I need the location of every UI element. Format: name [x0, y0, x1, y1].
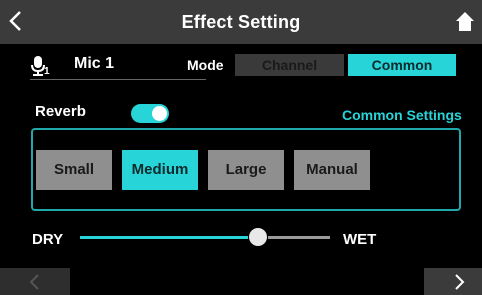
- mode-channel-button[interactable]: Channel: [235, 54, 344, 76]
- prev-page-button[interactable]: [0, 268, 70, 295]
- chevron-left-icon: [29, 274, 39, 290]
- wet-label: WET: [343, 231, 377, 248]
- slider-track-rest: [268, 236, 330, 239]
- preset-medium-button[interactable]: Medium: [122, 150, 198, 190]
- home-icon: [456, 12, 474, 31]
- slider-fill: [80, 236, 248, 239]
- preset-large-button[interactable]: Large: [208, 150, 284, 190]
- home-button[interactable]: [455, 11, 475, 33]
- reverb-label: Reverb: [35, 103, 86, 120]
- preset-manual-button[interactable]: Manual: [294, 150, 370, 190]
- page-title: Effect Setting: [181, 12, 301, 32]
- input-source-row: 1 Mic 1 Mode Channel Common: [30, 52, 458, 80]
- next-page-button[interactable]: [424, 268, 482, 295]
- input-label: Mic 1: [74, 55, 115, 72]
- divider: [30, 79, 206, 80]
- slider-knob[interactable]: [249, 228, 267, 246]
- mode-label: Mode: [187, 57, 224, 73]
- header-bar: Effect Setting: [0, 0, 482, 44]
- toggle-knob: [152, 106, 167, 121]
- common-settings-link[interactable]: Common Settings: [342, 107, 462, 123]
- reverb-toggle[interactable]: [131, 104, 169, 123]
- mic-subscript: 1: [44, 66, 50, 77]
- dry-wet-slider[interactable]: [80, 228, 330, 246]
- chevron-right-icon: [455, 274, 465, 290]
- mode-common-button[interactable]: Common: [348, 54, 456, 76]
- dry-label: DRY: [32, 231, 64, 248]
- preset-small-button[interactable]: Small: [36, 150, 112, 190]
